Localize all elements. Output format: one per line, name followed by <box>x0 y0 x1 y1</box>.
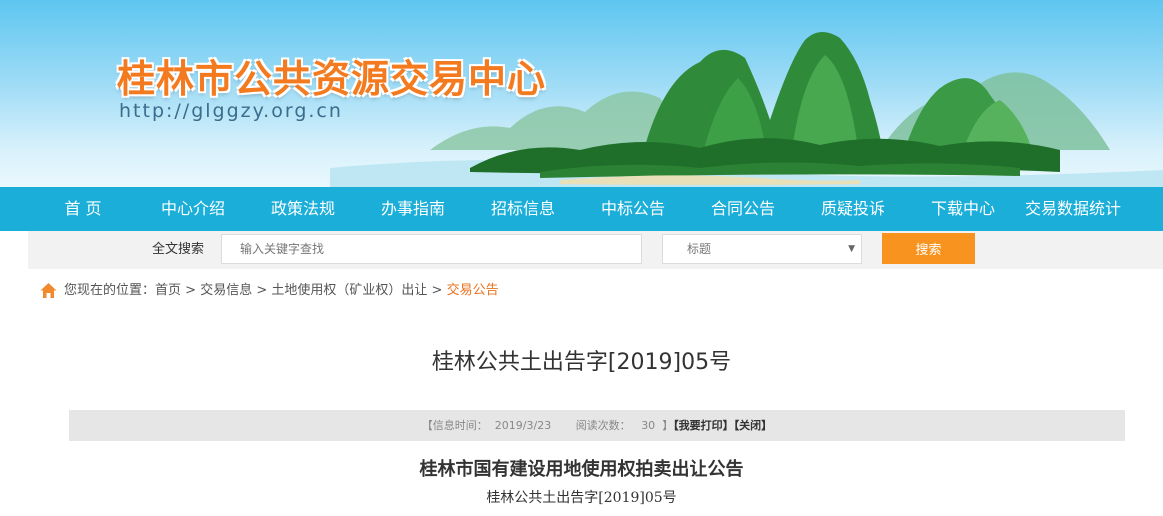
nav-item-contract-notice[interactable]: 合同公告 <box>698 187 788 231</box>
info-reads-label: 阅读次数： <box>575 419 631 432</box>
breadcrumb-item-trade-info[interactable]: 交易信息 <box>200 283 252 298</box>
breadcrumb-item-current[interactable]: 交易公告 <box>447 283 499 298</box>
info-time-label: 【信息时间： <box>421 419 488 432</box>
notice-title: 桂林市国有建设用地使用权拍卖出让公告 <box>419 459 744 480</box>
nav-item-downloads[interactable]: 下载中心 <box>918 187 1008 231</box>
site-title: 桂林市公共资源交易中心 <box>117 57 547 101</box>
chevron-down-icon: ▼ <box>848 244 855 254</box>
search-button[interactable]: 搜索 <box>882 233 975 264</box>
info-close-bracket: 】 <box>662 419 674 432</box>
breadcrumb-item-home[interactable]: 首页 <box>155 283 181 298</box>
main-nav: 首 页 中心介绍 政策法规 办事指南 招标信息 中标公告 合同公告 质疑投诉 下… <box>0 187 1163 231</box>
search-field-select-value: 标题 <box>687 242 712 256</box>
search-bar: 全文搜索 标题 ▼ 搜索 <box>28 231 1163 269</box>
nav-item-award-notice[interactable]: 中标公告 <box>588 187 678 231</box>
info-reads-value: 30 <box>641 419 656 432</box>
breadcrumb-separator: > <box>427 283 447 298</box>
site-banner: 桂林市公共资源交易中心 http://glggzy.org.cn <box>0 0 1163 187</box>
breadcrumb-prefix: 您现在的位置： <box>64 283 156 298</box>
breadcrumb-separator: > <box>181 283 201 298</box>
search-input[interactable] <box>221 234 642 264</box>
close-link[interactable]: 【关闭】 <box>734 419 773 432</box>
home-icon <box>40 283 57 298</box>
page-title: 桂林公共土出告字[2019]05号 <box>431 350 732 375</box>
notice-subtitle: 桂林公共土出告字[2019]05号 <box>486 490 677 506</box>
nav-item-policy[interactable]: 政策法规 <box>258 187 348 231</box>
site-url: http://glggzy.org.cn <box>119 100 343 122</box>
breadcrumb-separator: > <box>252 283 272 298</box>
breadcrumb-item-land-rights[interactable]: 土地使用权（矿业权）出让 <box>271 283 427 298</box>
breadcrumb-path: 您现在的位置：首页 > 交易信息 > 土地使用权（矿业权）出让 > 交易公告 <box>64 281 499 300</box>
search-label: 全文搜索 <box>152 242 205 257</box>
nav-item-home[interactable]: 首 页 <box>48 187 118 231</box>
nav-item-statistics[interactable]: 交易数据统计 <box>1018 187 1128 231</box>
nav-item-complaints[interactable]: 质疑投诉 <box>808 187 898 231</box>
nav-item-guide[interactable]: 办事指南 <box>368 187 458 231</box>
print-link[interactable]: 【我要打印】 <box>673 419 734 432</box>
search-field-select[interactable]: 标题 ▼ <box>662 234 862 264</box>
info-time-value: 2019/3/23 <box>494 419 552 432</box>
article-info-bar: 【信息时间： 2019/3/23 阅读次数： 30 】【我要打印】【关闭】 <box>69 410 1125 441</box>
nav-item-tender-info[interactable]: 招标信息 <box>478 187 568 231</box>
nav-item-about[interactable]: 中心介绍 <box>148 187 238 231</box>
